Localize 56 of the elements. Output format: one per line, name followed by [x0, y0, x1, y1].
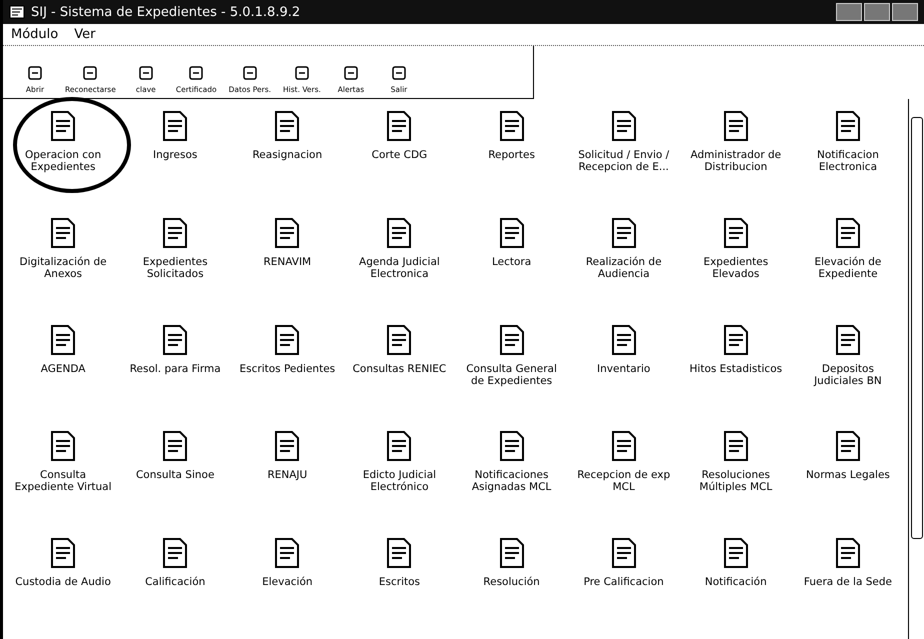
module-item[interactable]: Notificación [704, 532, 767, 588]
minimize-button[interactable] [836, 3, 862, 21]
module-item[interactable]: Digitalización de Anexos [11, 212, 116, 280]
menu-item[interactable]: Módulo [11, 27, 58, 42]
toolbar-icon [27, 65, 43, 81]
module-item[interactable]: Elevación [262, 532, 313, 588]
toolbar-icon [138, 65, 154, 81]
module-item[interactable]: Reportes [488, 105, 535, 162]
menu-item[interactable]: Ver [74, 27, 96, 42]
module-item[interactable]: Consultas RENIEC [352, 318, 446, 375]
module-item[interactable]: Corte CDG [372, 105, 428, 162]
module-item[interactable]: Recepcion de exp MCL [572, 425, 676, 494]
module-item[interactable]: Custodia de Audio [15, 532, 111, 588]
toolbar-icon [390, 65, 407, 81]
module-item[interactable]: Fuera de la Sede [804, 532, 892, 588]
module-item[interactable]: Consulta Sinoe [136, 425, 214, 482]
module-item[interactable]: Expedientes Elevados [684, 212, 788, 280]
module-item[interactable]: Consulta General de Expedientes [460, 318, 564, 387]
module-item[interactable]: Resol. para Firma [130, 318, 221, 375]
module-item[interactable]: RENAVIM [263, 212, 312, 268]
toolbar-icon [82, 65, 98, 81]
module-item[interactable]: Hitos Estadisticos [690, 318, 782, 375]
module-item[interactable]: Calificación [145, 532, 206, 588]
module-item[interactable]: Lectora [492, 212, 532, 268]
module-item[interactable]: Reasignacion [252, 105, 322, 162]
toolbar-icon [188, 65, 204, 81]
module-item[interactable]: Pre Calificacion [584, 532, 664, 588]
app-icon [9, 5, 25, 19]
module-item[interactable]: Escritos [378, 532, 420, 588]
module-item[interactable]: Consulta Expediente Virtual [11, 425, 116, 494]
module-item[interactable]: Resolución [483, 532, 540, 588]
module-item[interactable]: Expedientes Solicitados [123, 212, 228, 280]
module-item[interactable]: Escritos Pedientes [240, 318, 336, 375]
close-button[interactable] [892, 3, 918, 21]
module-item[interactable]: RENAJU [267, 425, 308, 482]
toolbar-icon [242, 65, 258, 81]
maximize-button[interactable] [864, 3, 890, 21]
module-item[interactable]: Ingresos [153, 105, 198, 162]
module-item[interactable]: AGENDA [40, 318, 86, 375]
module-item[interactable]: Notificaciones Asignadas MCL [460, 425, 564, 494]
module-item[interactable]: Operacion con Expedientes [11, 105, 116, 174]
module-item[interactable]: Solicitud / Envio / Recepcion de E... [572, 105, 676, 174]
module-item[interactable]: Resoluciones Múltiples MCL [684, 425, 788, 494]
module-item[interactable]: Edicto Judicial Electrónico [347, 425, 452, 494]
module-item[interactable]: Depositos Judiciales BN [796, 318, 900, 387]
scrollbar[interactable] [908, 99, 924, 639]
window-title: SIJ - Sistema de Expedientes - 5.0.1.8.9.2 [31, 4, 300, 20]
module-item[interactable]: Administrador de Distribucion [684, 105, 788, 174]
module-item[interactable]: Notificacion Electronica [796, 105, 900, 174]
toolbar-icon [294, 65, 310, 81]
module-item[interactable]: Elevación de Expediente [796, 212, 900, 280]
module-item[interactable]: Inventario [597, 318, 650, 375]
toolbar-icon [342, 65, 359, 81]
module-item[interactable]: Agenda Judicial Electronica [347, 212, 452, 280]
module-item[interactable]: Realización de Audiencia [572, 212, 676, 280]
module-item[interactable]: Normas Legales [806, 425, 890, 482]
